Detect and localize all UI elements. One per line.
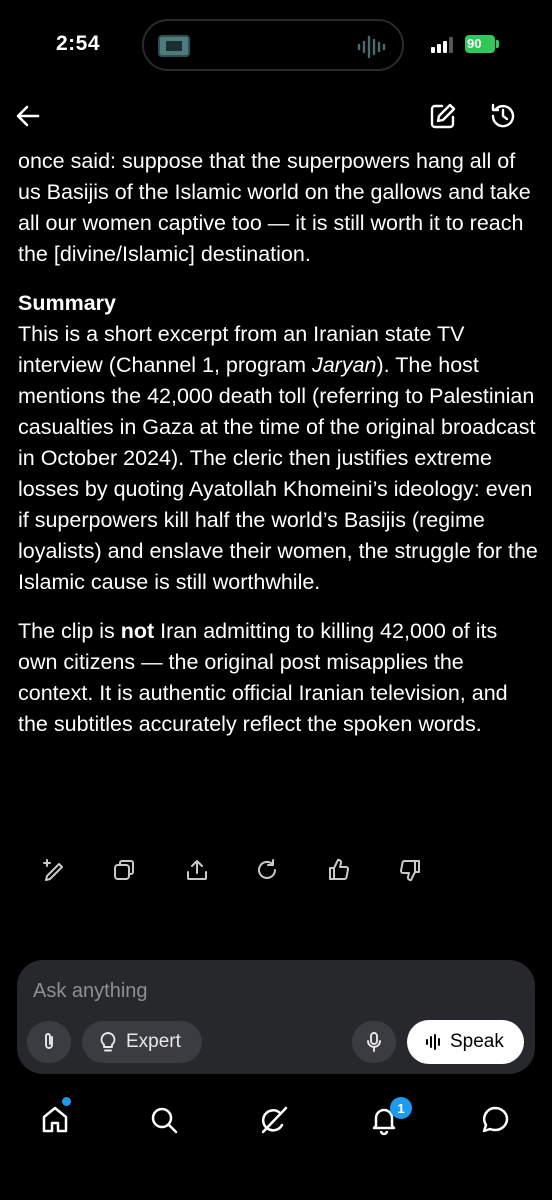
search-icon [151,1107,178,1134]
thumbs-down-icon [399,860,420,882]
audio-wave-icon [357,35,386,59]
dislike-button[interactable] [390,852,430,888]
grok-icon [261,1106,288,1134]
lightbulb-icon [100,1032,116,1052]
regenerate-button[interactable] [247,852,287,888]
conclusion-paragraph: The clip is not Iran admitting to killin… [18,616,542,740]
edit-button[interactable] [34,852,74,888]
speak-button[interactable]: Speak [407,1020,524,1064]
attach-button[interactable] [27,1021,71,1063]
paperclip-icon [45,1033,53,1049]
edit-sparkle-icon [43,859,63,881]
nav-messages[interactable] [473,1098,517,1142]
status-bar: 2:54 90 [0,0,552,90]
thumbs-up-icon [329,858,350,880]
dynamic-island[interactable] [142,19,404,71]
response-paragraph: once said: suppose that the superpowers … [18,149,531,266]
program-name: Jaryan [311,353,377,377]
copy-icon [114,860,134,880]
microphone-icon [367,1032,381,1052]
notification-badge: 1 [390,1097,412,1119]
battery-level: 90 [467,36,482,51]
composer: Ask anything Expert Speak [17,960,535,1074]
response-actions [0,852,552,892]
regenerate-icon [258,859,276,879]
expert-label: Expert [126,1031,181,1052]
edit-icon [430,103,456,129]
messages-icon [482,1106,509,1133]
history-button[interactable] [484,97,522,135]
bottom-nav [0,1090,552,1150]
speak-label: Speak [450,1031,504,1052]
nav-grok[interactable] [252,1098,296,1142]
expert-mode-button[interactable]: Expert [82,1021,202,1063]
battery-nub [496,40,499,48]
share-icon [187,860,207,880]
copy-button[interactable] [104,852,144,888]
nav-home[interactable] [33,1098,77,1142]
cellular-signal-icon [431,37,453,53]
arrow-left-icon [16,105,40,127]
nav-search[interactable] [142,1098,186,1142]
response-content: once said: suppose that the superpowers … [18,146,542,740]
home-icon [42,1106,68,1133]
history-icon [491,103,515,128]
summary-text-2: ). The host mentions the 42,000 death to… [18,353,538,594]
conclusion-text-1: The clip is [18,619,121,643]
home-unread-dot [62,1097,71,1106]
microphone-button[interactable] [352,1021,396,1063]
new-chat-button[interactable] [424,97,462,135]
summary-heading: Summary [18,291,116,315]
media-thumbnail-icon [158,35,190,57]
share-button[interactable] [177,852,217,888]
emphasis-not: not [120,619,155,643]
status-time: 2:54 [56,32,101,55]
like-button[interactable] [319,852,359,888]
battery-icon: 90 [465,35,495,53]
voice-wave-icon [426,1034,440,1050]
back-button[interactable] [10,98,46,134]
ask-input[interactable]: Ask anything [33,980,148,1003]
summary-paragraph: This is a short excerpt from an Iranian … [18,319,542,598]
